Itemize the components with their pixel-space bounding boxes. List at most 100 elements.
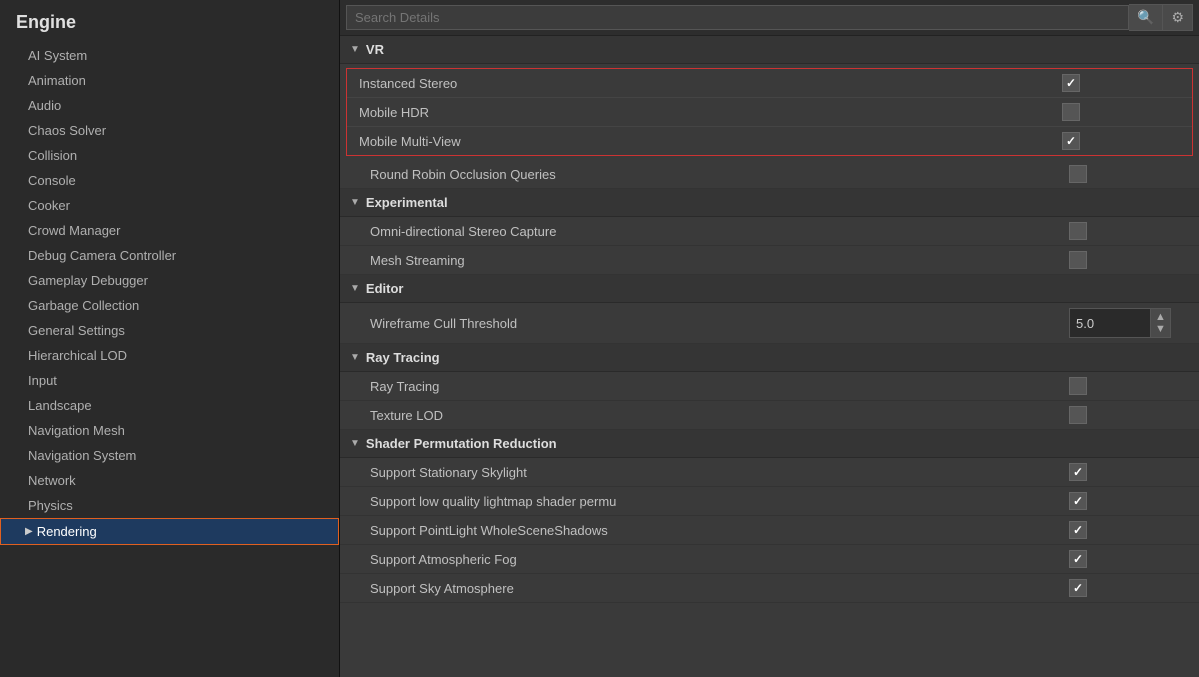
mobile-multi-view-control	[1062, 132, 1182, 150]
sidebar-item-ai-system[interactable]: AI System	[0, 43, 339, 68]
main-panel: 🔍 ⚙ ▼ VR Instanced Stereo Mobile HDR	[340, 0, 1199, 677]
setting-row-low-quality-lightmap: Support low quality lightmap shader perm…	[340, 487, 1199, 516]
experimental-section-header[interactable]: ▼ Experimental	[340, 189, 1199, 217]
omni-stereo-control	[1069, 222, 1189, 240]
mesh-streaming-control	[1069, 251, 1189, 269]
setting-row-mobile-hdr: Mobile HDR	[347, 98, 1192, 127]
omni-stereo-checkbox[interactable]	[1069, 222, 1087, 240]
wireframe-label: Wireframe Cull Threshold	[370, 316, 1069, 331]
sky-atmosphere-checkbox[interactable]	[1069, 579, 1087, 597]
sidebar-item-animation[interactable]: Animation	[0, 68, 339, 93]
sidebar-item-garbage-collection[interactable]: Garbage Collection	[0, 293, 339, 318]
instanced-stereo-checkbox[interactable]	[1062, 74, 1080, 92]
pointlight-shadows-control	[1069, 521, 1189, 539]
stationary-skylight-checkbox[interactable]	[1069, 463, 1087, 481]
rendering-arrow-icon: ▶	[25, 526, 33, 537]
ray-tracing-section-header[interactable]: ▼ Ray Tracing	[340, 344, 1199, 372]
experimental-collapse-icon: ▼	[350, 197, 360, 208]
low-quality-lightmap-control	[1069, 492, 1189, 510]
texture-lod-control	[1069, 406, 1189, 424]
wireframe-number-input[interactable]	[1070, 314, 1150, 333]
mobile-hdr-checkbox[interactable]	[1062, 103, 1080, 121]
setting-row-omni-stereo: Omni-directional Stereo Capture	[340, 217, 1199, 246]
low-quality-lightmap-checkbox[interactable]	[1069, 492, 1087, 510]
editor-section-header[interactable]: ▼ Editor	[340, 275, 1199, 303]
mobile-multi-view-label: Mobile Multi-View	[359, 134, 1062, 149]
ray-tracing-section-title: Ray Tracing	[366, 350, 440, 365]
round-robin-control	[1069, 165, 1189, 183]
stationary-skylight-control	[1069, 463, 1189, 481]
omni-stereo-label: Omni-directional Stereo Capture	[370, 224, 1069, 239]
setting-row-mobile-multi-view: Mobile Multi-View	[347, 127, 1192, 155]
sidebar-item-collision[interactable]: Collision	[0, 143, 339, 168]
mesh-streaming-label: Mesh Streaming	[370, 253, 1069, 268]
sky-atmosphere-control	[1069, 579, 1189, 597]
atmospheric-fog-label: Support Atmospheric Fog	[370, 552, 1069, 567]
vr-section-header[interactable]: ▼ VR	[340, 36, 1199, 64]
sidebar-item-network[interactable]: Network	[0, 468, 339, 493]
mobile-hdr-label: Mobile HDR	[359, 105, 1062, 120]
stationary-skylight-label: Support Stationary Skylight	[370, 465, 1069, 480]
mesh-streaming-checkbox[interactable]	[1069, 251, 1087, 269]
sidebar: Engine AI System Animation Audio Chaos S…	[0, 0, 340, 677]
search-bar: 🔍 ⚙	[340, 0, 1199, 36]
sidebar-item-hierarchical-lod[interactable]: Hierarchical LOD	[0, 343, 339, 368]
shader-section-title: Shader Permutation Reduction	[366, 436, 557, 451]
setting-row-atmospheric-fog: Support Atmospheric Fog	[340, 545, 1199, 574]
sidebar-item-landscape[interactable]: Landscape	[0, 393, 339, 418]
search-button[interactable]: 🔍	[1129, 4, 1163, 31]
search-input[interactable]	[346, 5, 1129, 30]
sidebar-item-navigation-system[interactable]: Navigation System	[0, 443, 339, 468]
setting-row-sky-atmosphere: Support Sky Atmosphere	[340, 574, 1199, 603]
mobile-hdr-control	[1062, 103, 1182, 121]
wireframe-input-container: ▲▼	[1069, 308, 1171, 338]
setting-row-wireframe: Wireframe Cull Threshold ▲▼	[340, 303, 1199, 344]
setting-row-texture-lod: Texture LOD	[340, 401, 1199, 430]
setting-row-instanced-stereo: Instanced Stereo	[347, 69, 1192, 98]
round-robin-label: Round Robin Occlusion Queries	[370, 167, 1069, 182]
texture-lod-label: Texture LOD	[370, 408, 1069, 423]
sidebar-item-input[interactable]: Input	[0, 368, 339, 393]
shader-collapse-icon: ▼	[350, 438, 360, 449]
vr-highlighted-group: Instanced Stereo Mobile HDR Mobile Multi…	[346, 68, 1193, 156]
ray-tracing-collapse-icon: ▼	[350, 352, 360, 363]
atmospheric-fog-control	[1069, 550, 1189, 568]
instanced-stereo-control	[1062, 74, 1182, 92]
settings-button[interactable]: ⚙	[1163, 4, 1193, 31]
shader-section-header[interactable]: ▼ Shader Permutation Reduction	[340, 430, 1199, 458]
sidebar-item-cooker[interactable]: Cooker	[0, 193, 339, 218]
atmospheric-fog-checkbox[interactable]	[1069, 550, 1087, 568]
ray-tracing-label: Ray Tracing	[370, 379, 1069, 394]
sidebar-item-crowd-manager[interactable]: Crowd Manager	[0, 218, 339, 243]
setting-row-mesh-streaming: Mesh Streaming	[340, 246, 1199, 275]
setting-row-ray-tracing: Ray Tracing	[340, 372, 1199, 401]
low-quality-lightmap-label: Support low quality lightmap shader perm…	[370, 494, 1069, 509]
experimental-section-title: Experimental	[366, 195, 448, 210]
sky-atmosphere-label: Support Sky Atmosphere	[370, 581, 1069, 596]
content-area: ▼ VR Instanced Stereo Mobile HDR Mobile …	[340, 36, 1199, 677]
pointlight-shadows-checkbox[interactable]	[1069, 521, 1087, 539]
ray-tracing-control	[1069, 377, 1189, 395]
round-robin-checkbox[interactable]	[1069, 165, 1087, 183]
mobile-multi-view-checkbox[interactable]	[1062, 132, 1080, 150]
editor-collapse-icon: ▼	[350, 283, 360, 294]
ray-tracing-checkbox[interactable]	[1069, 377, 1087, 395]
sidebar-item-debug-camera[interactable]: Debug Camera Controller	[0, 243, 339, 268]
setting-row-round-robin: Round Robin Occlusion Queries	[340, 160, 1199, 189]
vr-section-title: VR	[366, 42, 384, 57]
sidebar-item-navigation-mesh[interactable]: Navigation Mesh	[0, 418, 339, 443]
setting-row-pointlight-shadows: Support PointLight WholeSceneShadows	[340, 516, 1199, 545]
sidebar-item-audio[interactable]: Audio	[0, 93, 339, 118]
sidebar-item-console[interactable]: Console	[0, 168, 339, 193]
sidebar-item-gameplay-debugger[interactable]: Gameplay Debugger	[0, 268, 339, 293]
instanced-stereo-label: Instanced Stereo	[359, 76, 1062, 91]
sidebar-item-rendering[interactable]: ▶ Rendering	[0, 518, 339, 545]
sidebar-item-general-settings[interactable]: General Settings	[0, 318, 339, 343]
wireframe-control: ▲▼	[1069, 308, 1189, 338]
sidebar-item-physics[interactable]: Physics	[0, 493, 339, 518]
setting-row-stationary-skylight: Support Stationary Skylight	[340, 458, 1199, 487]
sidebar-item-chaos-solver[interactable]: Chaos Solver	[0, 118, 339, 143]
wireframe-spin-button[interactable]: ▲▼	[1150, 309, 1170, 337]
texture-lod-checkbox[interactable]	[1069, 406, 1087, 424]
vr-collapse-icon: ▼	[350, 44, 360, 55]
